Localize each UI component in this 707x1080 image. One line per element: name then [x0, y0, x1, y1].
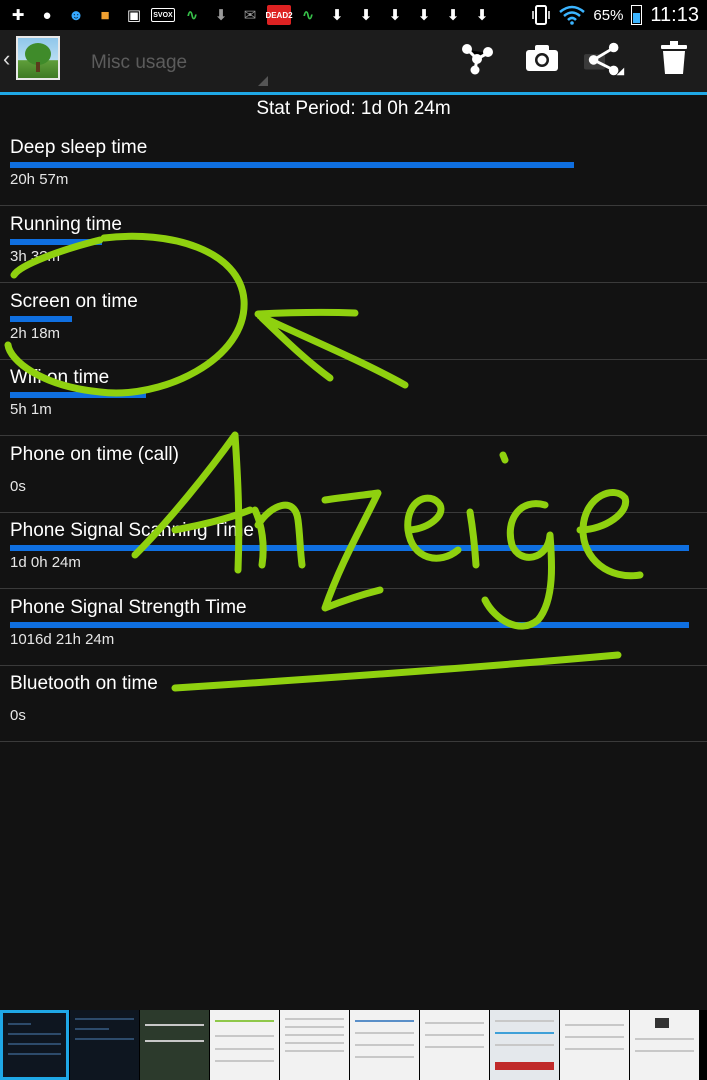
- thumbnail[interactable]: [0, 1010, 69, 1080]
- list-item[interactable]: Wifi on time 5h 1m: [0, 359, 707, 436]
- list-item[interactable]: Phone Signal Strength Time 1016d 21h 24m: [0, 589, 707, 666]
- game-icon: ■: [100, 6, 110, 24]
- piggy-bank-icon: ●: [42, 6, 52, 24]
- row-title: Screen on time: [10, 291, 138, 312]
- usage-bar: [10, 545, 689, 551]
- share-icon: [584, 42, 625, 76]
- trash-icon: [661, 41, 687, 74]
- image-icon: ▣: [126, 7, 142, 24]
- thumbnail[interactable]: [140, 1010, 209, 1080]
- row-value: 0s: [10, 707, 26, 724]
- row-title: Running time: [10, 214, 122, 235]
- screen: { "status_bar": { "icons": ["plus-icon",…: [0, 0, 707, 1080]
- notification-icons: ✚ ● ☻ ■ ▣ SVOX ∿ ⬇ ✉ DEAD2 ∿ ⬇ ⬇ ⬇ ⬇ ⬇ ⬇: [0, 5, 494, 25]
- thumbnail-strip: [0, 1010, 707, 1080]
- thumbnail[interactable]: [210, 1010, 279, 1080]
- usage-bar: [10, 622, 689, 628]
- row-title: Deep sleep time: [10, 137, 148, 158]
- download-icon: ⬇: [214, 7, 228, 24]
- thumbnail[interactable]: [630, 1010, 699, 1080]
- row-title: Phone Signal Scanning Time: [10, 520, 254, 541]
- cluster-button[interactable]: [455, 38, 499, 78]
- smiley-icon: ☻: [68, 6, 84, 24]
- stat-period: Stat Period: 1d 0h 24m: [256, 98, 451, 119]
- usage-bar: [10, 239, 102, 245]
- clock: 11:13: [650, 3, 699, 26]
- screenshot-button[interactable]: [520, 38, 564, 78]
- download-icon: ⬇: [359, 7, 373, 24]
- thumbnail[interactable]: [70, 1010, 139, 1080]
- row-value: 5h 1m: [10, 401, 52, 418]
- thumbnail[interactable]: [350, 1010, 419, 1080]
- download-icon: ⬇: [417, 7, 431, 24]
- mail-icon: ✉: [243, 7, 257, 24]
- row-title: Phone Signal Strength Time: [10, 597, 247, 618]
- list-item[interactable]: Screen on time 2h 18m: [0, 283, 707, 360]
- share-button[interactable]: [584, 38, 628, 78]
- row-title: Bluetooth on time: [10, 673, 158, 694]
- list-item[interactable]: Deep sleep time 20h 57m: [0, 129, 707, 206]
- spinner-arrow-icon: [258, 76, 268, 86]
- row-title: Phone on time (call): [10, 444, 179, 465]
- thumbnail[interactable]: [490, 1010, 559, 1080]
- action-bar: ‹ Misc usage: [0, 30, 707, 95]
- svox-icon: SVOX: [151, 8, 175, 22]
- camera-icon: [526, 45, 558, 71]
- row-value: 2h 18m: [10, 325, 61, 342]
- row-value: 1016d 21h 24m: [10, 631, 115, 648]
- thumbnail[interactable]: [280, 1010, 349, 1080]
- battery-fill: [633, 13, 641, 23]
- activity-icon: ∿: [301, 7, 315, 24]
- status-bar: ✚ ● ☻ ■ ▣ SVOX ∿ ⬇ ✉ DEAD2 ∿ ⬇ ⬇ ⬇ ⬇ ⬇ ⬇: [0, 0, 707, 30]
- thumbnail[interactable]: [560, 1010, 629, 1080]
- battery-icon: [631, 5, 643, 25]
- list-item[interactable]: Phone on time (call) 0s: [0, 436, 707, 513]
- row-value: 20h 57m: [10, 171, 69, 188]
- download-icon: ⬇: [330, 7, 344, 24]
- list-item[interactable]: Bluetooth on time 0s: [0, 665, 707, 742]
- thumbnail[interactable]: [420, 1010, 489, 1080]
- list-item[interactable]: Running time 3h 3?m: [0, 206, 707, 283]
- back-chevron-icon[interactable]: ‹: [3, 46, 10, 72]
- row-value: 0s: [10, 478, 26, 495]
- cluster-icon: [462, 44, 493, 75]
- download-icon: ⬇: [388, 7, 402, 24]
- battery-percent: 65%: [593, 6, 624, 24]
- view-spinner[interactable]: Misc usage: [91, 52, 187, 74]
- usage-bar: [10, 316, 72, 322]
- app-icon[interactable]: [16, 36, 60, 80]
- row-value: 3h 3?m: [10, 248, 61, 265]
- dead-trigger-icon: DEAD2: [265, 5, 293, 25]
- row-title: Wifi on time: [10, 367, 110, 388]
- plus-icon: ✚: [11, 7, 25, 24]
- delete-button[interactable]: [652, 38, 696, 78]
- download-icon: ⬇: [475, 7, 489, 24]
- usage-bar: [10, 392, 146, 398]
- system-icons: 65% 11:13: [531, 4, 707, 27]
- download-icon: ⬇: [446, 7, 460, 24]
- activity-icon: ∿: [185, 7, 199, 24]
- row-value: 1d 0h 24m: [10, 554, 81, 571]
- list-item[interactable]: Phone Signal Scanning Time 1d 0h 24m: [0, 512, 707, 589]
- usage-bar: [10, 162, 574, 168]
- vibrate-icon: [532, 5, 551, 25]
- wifi-icon: [559, 5, 586, 25]
